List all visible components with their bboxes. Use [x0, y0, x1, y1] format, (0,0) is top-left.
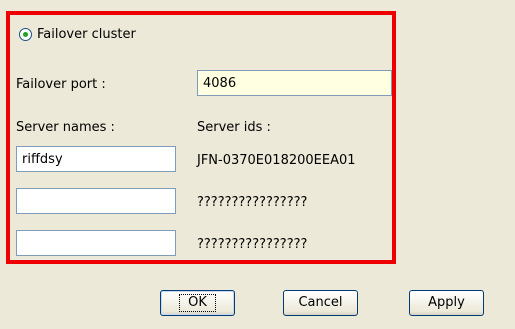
- failover-port-label: Failover port :: [16, 77, 106, 92]
- server-id-1: JFN-0370E018200EEA01: [197, 153, 356, 168]
- server-id-3: ????????????????: [197, 237, 308, 252]
- server-ids-label: Server ids :: [197, 120, 271, 135]
- apply-button[interactable]: Apply: [409, 290, 484, 316]
- server-id-2: ????????????????: [197, 195, 308, 210]
- server-name-input-2[interactable]: [16, 188, 176, 214]
- ok-button-label: OK: [179, 294, 216, 312]
- failover-highlight-box: [6, 11, 396, 264]
- server-names-label: Server names :: [16, 120, 115, 135]
- failover-cluster-label: Failover cluster: [37, 26, 136, 42]
- failover-port-input[interactable]: [197, 70, 392, 96]
- cancel-button[interactable]: Cancel: [283, 290, 358, 316]
- radio-selected-icon[interactable]: [19, 27, 32, 41]
- server-name-input-1[interactable]: [16, 146, 176, 172]
- server-name-input-3[interactable]: [16, 230, 176, 256]
- ok-button[interactable]: OK: [160, 290, 235, 316]
- failover-cluster-option[interactable]: Failover cluster: [19, 26, 136, 42]
